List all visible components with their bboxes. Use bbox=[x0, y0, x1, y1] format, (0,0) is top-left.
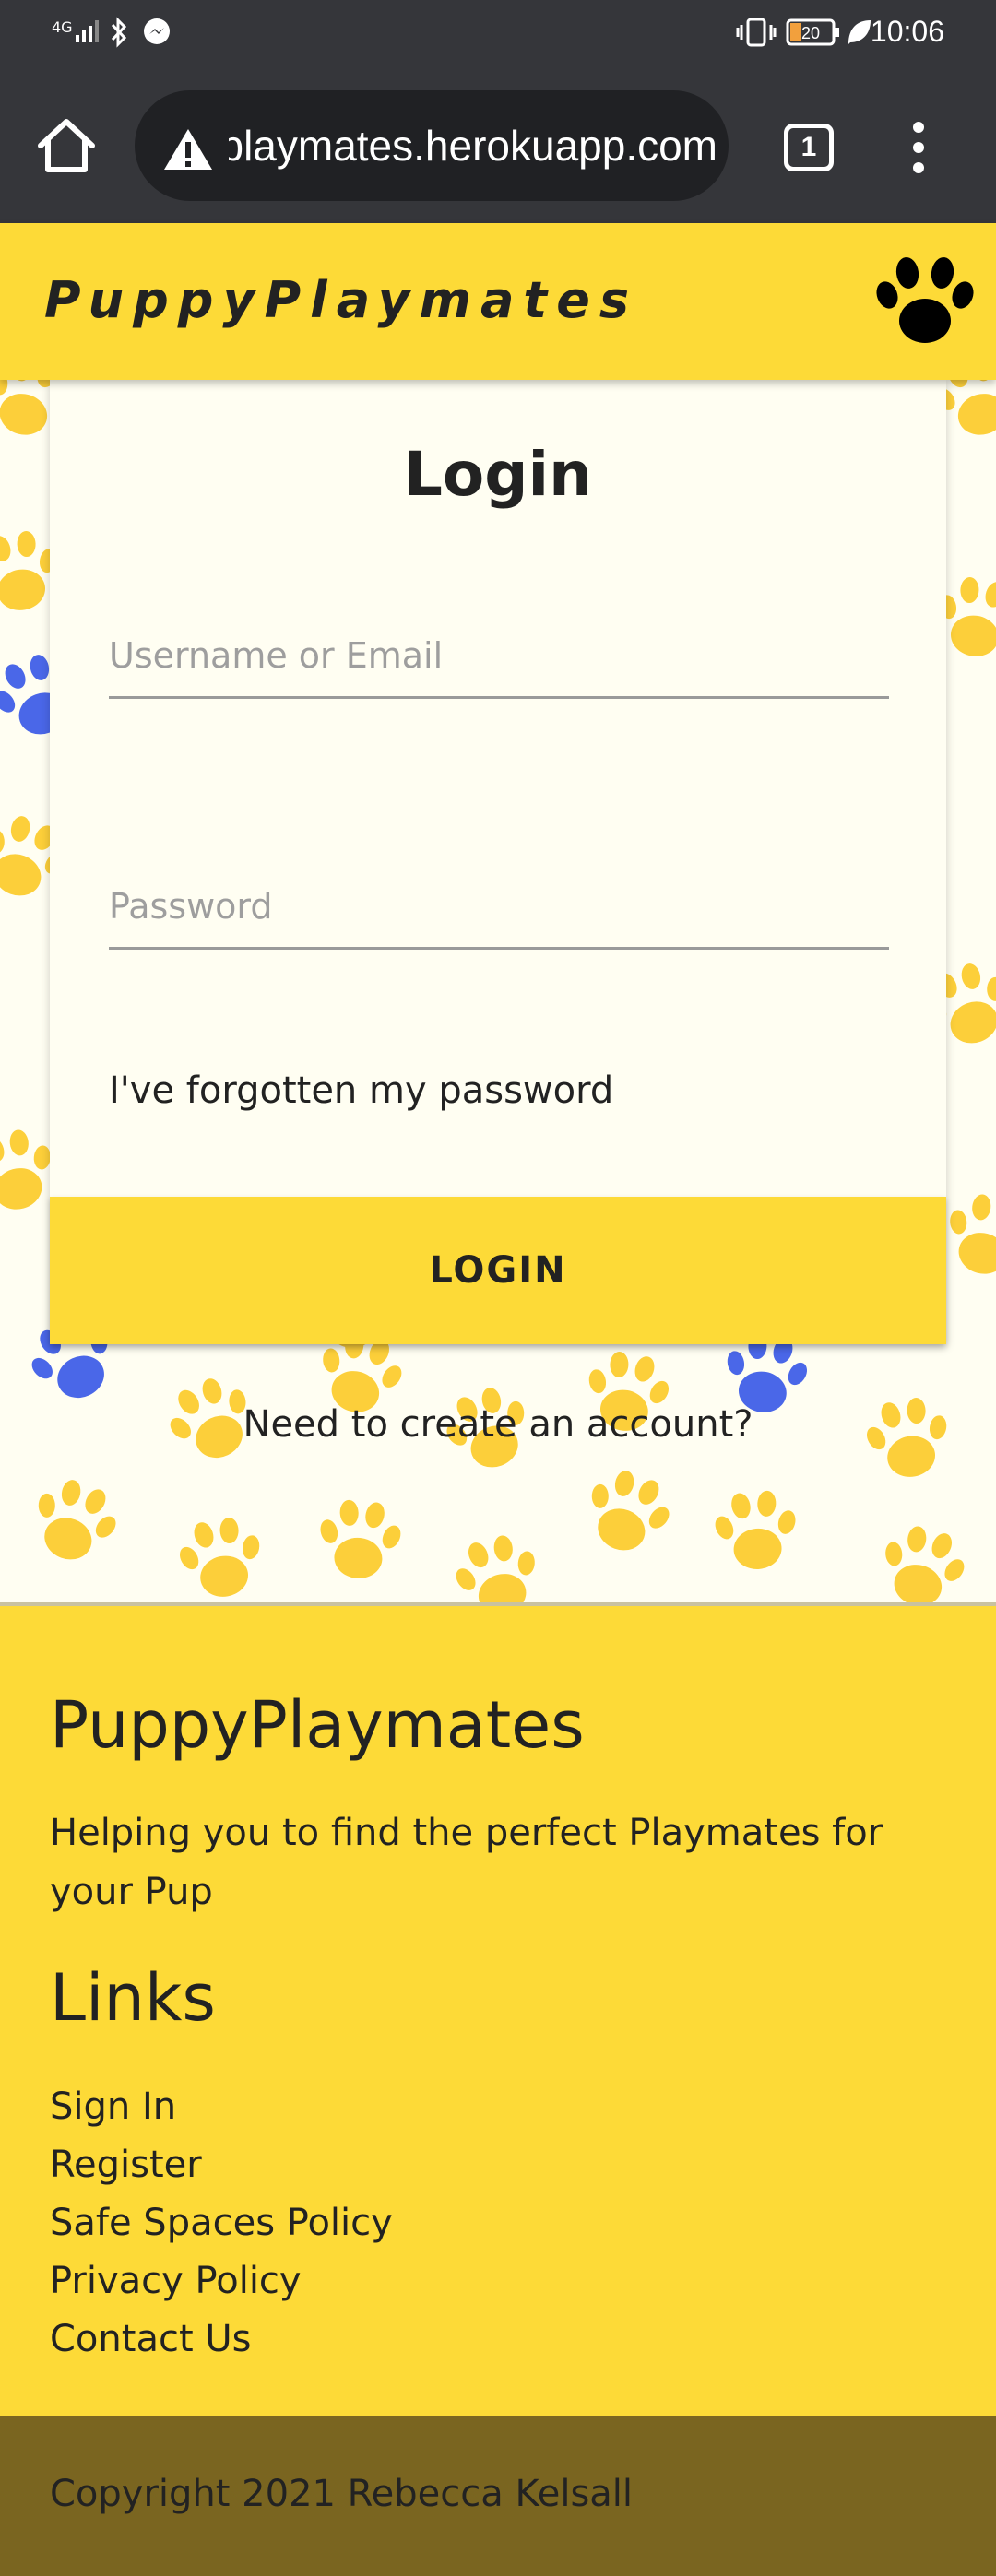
footer-brand: PuppyPlaymates bbox=[50, 1687, 585, 1763]
tab-switcher-button[interactable]: 1 bbox=[784, 124, 834, 171]
site-brand[interactable]: PuppyPlaymates bbox=[44, 271, 638, 329]
battery-level: 20 bbox=[801, 24, 820, 42]
footer-link-contact-us[interactable]: Contact Us bbox=[50, 2318, 251, 2360]
copyright-bar: Copyright 2021 Rebecca Kelsall bbox=[0, 2416, 996, 2576]
warning-icon[interactable] bbox=[162, 127, 214, 171]
footer-links-list: Sign In Register Safe Spaces Policy Priv… bbox=[50, 2078, 393, 2369]
status-bar: 4G 20 10:06 bbox=[0, 0, 996, 68]
password-input[interactable] bbox=[109, 865, 889, 950]
footer-links-heading: Links bbox=[50, 1960, 216, 2036]
home-icon[interactable] bbox=[35, 116, 98, 175]
battery-icon: 20 bbox=[786, 18, 839, 46]
footer-link-register[interactable]: Register bbox=[50, 2144, 202, 2186]
network-indicator: 4G bbox=[52, 18, 73, 36]
signal-icon bbox=[76, 20, 99, 42]
site-header: PuppyPlaymates bbox=[0, 223, 996, 380]
address-bar[interactable]: puppyplaymates.herokuapp.com bbox=[135, 90, 729, 201]
status-time: 10:06 bbox=[870, 15, 944, 48]
more-vert-icon[interactable] bbox=[906, 122, 931, 173]
create-account-link[interactable]: Need to create an account? bbox=[0, 1403, 996, 1446]
login-button[interactable]: LOGIN bbox=[50, 1197, 946, 1344]
login-card: Login I've forgotten my password LOGIN bbox=[50, 380, 946, 1344]
messenger-icon bbox=[144, 18, 170, 44]
username-input[interactable] bbox=[109, 614, 889, 699]
paw-icon bbox=[876, 257, 974, 343]
url-text[interactable]: puppyplaymates.herokuapp.com bbox=[229, 118, 717, 173]
site-footer: PuppyPlaymates Helping you to find the p… bbox=[0, 1602, 996, 2416]
footer-tagline: Helping you to find the perfect Playmate… bbox=[50, 1812, 883, 1913]
bluetooth-icon bbox=[111, 17, 127, 48]
vibrate-icon bbox=[736, 18, 777, 47]
footer-link-safe-spaces-policy[interactable]: Safe Spaces Policy bbox=[50, 2202, 393, 2244]
copyright-text: Copyright 2021 Rebecca Kelsall bbox=[50, 2473, 634, 2515]
browser-toolbar: puppyplaymates.herokuapp.com 1 bbox=[0, 68, 996, 223]
footer-link-sign-in[interactable]: Sign In bbox=[50, 2086, 176, 2128]
leaf-icon bbox=[848, 20, 871, 44]
main-content: Login I've forgotten my password LOGIN N… bbox=[0, 380, 996, 1602]
forgot-password-link[interactable]: I've forgotten my password bbox=[109, 1069, 613, 1112]
footer-link-privacy-policy[interactable]: Privacy Policy bbox=[50, 2260, 302, 2302]
login-title: Login bbox=[403, 439, 593, 510]
